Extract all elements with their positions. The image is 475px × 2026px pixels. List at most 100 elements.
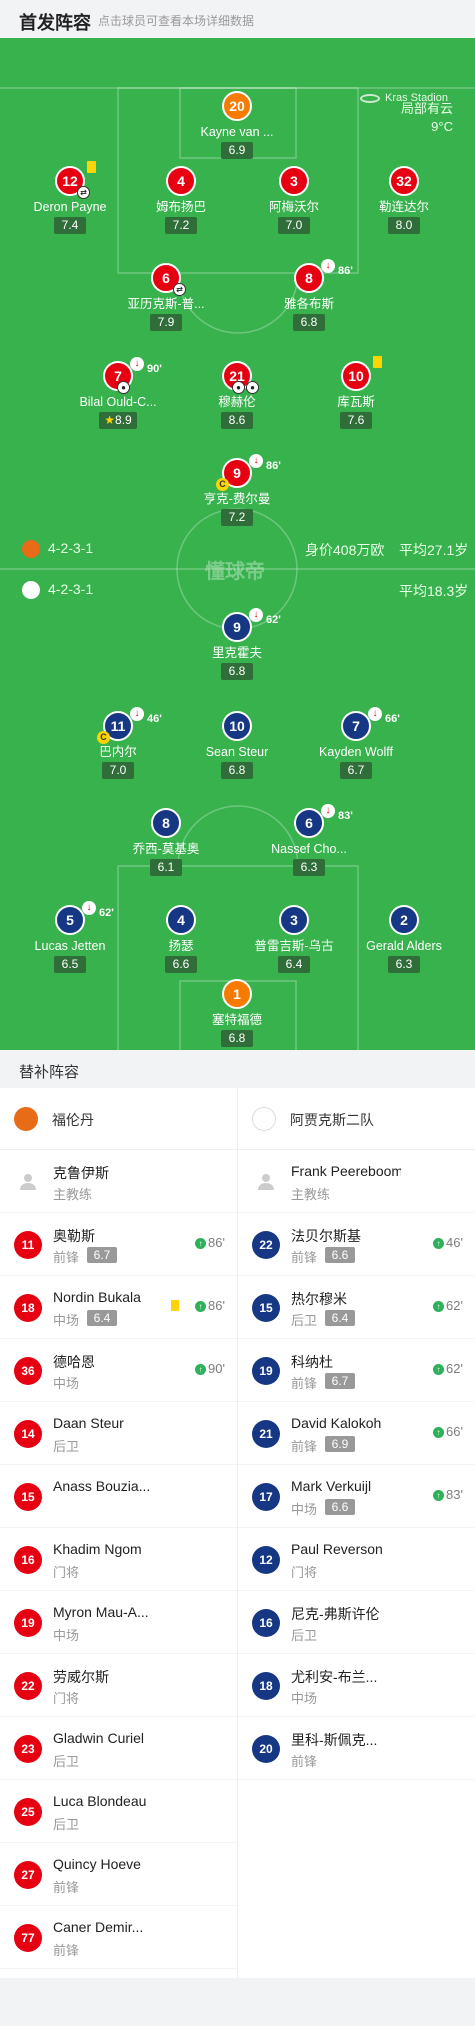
sub-position: 中场 xyxy=(53,1376,80,1391)
away-coach[interactable]: Frank Peereboom 主教练 xyxy=(238,1150,475,1213)
sub-number: 16 xyxy=(252,1609,280,1637)
player-away-5[interactable]: 6 ↓ 83' Nassef Cho... 6.3 xyxy=(244,804,374,876)
sub-minute: 62' xyxy=(266,614,281,626)
player-rating: 6.8 xyxy=(221,1030,253,1047)
sub-number: 14 xyxy=(14,1420,42,1448)
player-rating: ★8.9 xyxy=(99,412,137,429)
player-home-2[interactable]: 4 姆布扬巴 7.2 xyxy=(116,166,246,234)
coach-name: Frank Peereboom xyxy=(291,1163,401,1179)
home-sub-item[interactable]: 19 Myron Mau-A... 中场 xyxy=(0,1591,237,1654)
sub-name: Nordin Bukala xyxy=(53,1289,141,1305)
player-number: 6 ↓ 83' xyxy=(294,804,353,838)
away-sub-item[interactable]: 19 科纳杜 前锋 6.7 ↑ 62' xyxy=(238,1339,475,1402)
player-rating: 6.7 xyxy=(340,762,372,779)
sub-name: 尼克-弗斯许伦 xyxy=(291,1606,380,1622)
sub-number: 18 xyxy=(252,1672,280,1700)
player-away-7[interactable]: 4 扬瑟 6.6 xyxy=(116,905,246,973)
player-away-9[interactable]: 2 Gerald Alders 6.3 xyxy=(339,905,469,973)
away-sub-item[interactable]: 18 尤利安-布兰... 中场 xyxy=(238,1654,475,1717)
sub-name: 德哈恩 xyxy=(53,1354,95,1370)
sub-out-icon: ↓ xyxy=(130,357,144,371)
home-sub-item[interactable]: 18 Nordin Bukala 中场 6.4 ↑ 86' xyxy=(0,1276,237,1339)
player-home-8[interactable]: 21 ● ● 穆赫伦 8.6 xyxy=(172,361,302,429)
player-home-7[interactable]: 7 ↓ 90' ● Bilal Ould-C... ★8.9 xyxy=(53,357,183,429)
player-away-4[interactable]: 8 乔西-莫基奥 6.1 xyxy=(101,808,231,876)
home-team-header[interactable]: 福伦丹 xyxy=(0,1088,237,1150)
player-home-6[interactable]: 8 ↓ 86' 雅各布斯 6.8 xyxy=(244,259,374,331)
player-away-1[interactable]: 11 ↓ 46' C 巴内尔 7.0 xyxy=(53,707,183,779)
away-sub-item[interactable]: 12 Paul Reverson 门将 xyxy=(238,1528,475,1591)
sub-in-minute: ↑ 62' xyxy=(433,1361,463,1376)
sub-position: 后卫 xyxy=(291,1313,318,1328)
player-rating: 8.6 xyxy=(221,412,253,429)
sub-in-icon: ↑ xyxy=(195,1301,207,1313)
player-rating: 6.5 xyxy=(54,956,86,973)
sub-in-icon: ↑ xyxy=(433,1301,445,1313)
away-sub-item[interactable]: 20 里科-斯佩克... 前锋 xyxy=(238,1717,475,1780)
player-rating: 8.0 xyxy=(388,217,420,234)
home-sub-item[interactable]: 22 劳威尔斯 门将 xyxy=(0,1654,237,1717)
player-name: 里克霍夫 xyxy=(211,646,262,660)
player-rating: 7.0 xyxy=(102,762,134,779)
sub-name: Daan Steur xyxy=(53,1415,124,1431)
home-sub-item[interactable]: 23 Gladwin Curiel 后卫 xyxy=(0,1717,237,1780)
sub-position: 门将 xyxy=(53,1565,80,1580)
sub-name: 劳威尔斯 xyxy=(53,1669,109,1685)
home-sub-item[interactable]: 16 Khadim Ngom 门将 xyxy=(0,1528,237,1591)
player-away-10[interactable]: 1 塞特福德 6.8 xyxy=(172,979,302,1047)
player-home-5[interactable]: 6 ⇄ 亚历克斯-普... 7.9 xyxy=(101,263,231,331)
away-team-logo xyxy=(22,581,40,600)
home-avg-age: 平均27.1岁 xyxy=(399,542,469,558)
home-sub-item[interactable]: 15 Anass Bouzia... xyxy=(0,1465,237,1528)
player-home-0[interactable]: 20 Kayne van ... 6.9 xyxy=(172,91,302,159)
home-sub-item[interactable]: 14 Daan Steur 后卫 xyxy=(0,1402,237,1465)
sub-number: 12 xyxy=(252,1546,280,1574)
away-sub-item[interactable]: 21 David Kalokoh 前锋 6.9 ↑ 66' xyxy=(238,1402,475,1465)
sub-name: Caner Demir... xyxy=(53,1919,144,1935)
home-formation: 4-2-3-1 xyxy=(48,540,94,556)
sub-position: 门将 xyxy=(53,1691,80,1706)
sub-name: Mark Verkuijl xyxy=(291,1478,372,1494)
away-team-header[interactable]: 阿贾克斯二队 xyxy=(238,1088,475,1150)
player-rating: 6.9 xyxy=(221,142,253,159)
player-home-4[interactable]: 32 勒连达尔 8.0 xyxy=(339,166,469,234)
player-home-9[interactable]: 10 库瓦斯 7.6 xyxy=(291,356,421,429)
player-away-2[interactable]: 10 Sean Steur 6.8 xyxy=(172,711,302,779)
sub-position: 前锋 xyxy=(291,1250,318,1265)
sub-number: 21 xyxy=(252,1420,280,1448)
sub-out-icon: ↓ xyxy=(321,259,335,273)
player-home-10[interactable]: 9 ↓ 86' C 亨克-费尔曼 7.2 xyxy=(172,454,302,526)
player-name: 库瓦斯 xyxy=(337,395,375,409)
away-sub-item[interactable]: 16 尼克-弗斯许伦 后卫 xyxy=(238,1591,475,1654)
player-name: 巴内尔 xyxy=(99,745,137,759)
sub-out-icon: ↓ xyxy=(249,454,263,468)
page-header: 首发阵容 点击球员可查看本场详细数据 xyxy=(0,0,475,38)
sub-name: David Kalokoh xyxy=(291,1415,382,1431)
away-sub-item[interactable]: 22 法贝尔斯基 前锋 6.6 ↑ 46' xyxy=(238,1213,475,1276)
sub-number: 11 xyxy=(14,1231,42,1259)
home-coach[interactable]: 克鲁伊斯 主教练 xyxy=(0,1150,237,1213)
sub-minute: 86' xyxy=(266,460,281,472)
player-away-3[interactable]: 7 ↓ 66' Kayden Wolff 6.7 xyxy=(291,707,421,779)
watermark-logo: 懂球帝 xyxy=(205,561,265,583)
player-number: 20 xyxy=(222,91,252,121)
player-away-0[interactable]: 9 ↓ 62' 里克霍夫 6.8 xyxy=(172,608,302,680)
home-sub-item[interactable]: 11 奥勒斯 前锋 6.7 ↑ 86' xyxy=(0,1213,237,1276)
sub-rating: 6.6 xyxy=(325,1247,355,1263)
goal-ball-icon: ● xyxy=(232,381,245,394)
home-sub-item[interactable]: 36 德哈恩 中场 ↑ 90' xyxy=(0,1339,237,1402)
player-name: 扬瑟 xyxy=(168,939,194,953)
sub-rating: 6.6 xyxy=(325,1499,355,1515)
sub-position: 后卫 xyxy=(53,1439,80,1454)
away-sub-item[interactable]: 15 热尔穆米 后卫 6.4 ↑ 62' xyxy=(238,1276,475,1339)
player-number: 11 ↓ 46' C xyxy=(97,707,162,744)
home-sub-item[interactable]: 25 Luca Blondeau 后卫 xyxy=(0,1780,237,1843)
sub-out-icon: ↓ xyxy=(368,707,382,721)
sub-position: 后卫 xyxy=(53,1754,80,1769)
home-sub-item[interactable]: 27 Quincy Hoeve 前锋 xyxy=(0,1843,237,1906)
home-sub-item[interactable]: 77 Caner Demir... 前锋 xyxy=(0,1906,237,1969)
coach-role: 主教练 xyxy=(291,1187,331,1202)
away-sub-item[interactable]: 17 Mark Verkuijl 中场 6.6 ↑ 83' xyxy=(238,1465,475,1528)
sub-position: 后卫 xyxy=(291,1628,318,1643)
sub-position: 中场 xyxy=(291,1502,318,1517)
